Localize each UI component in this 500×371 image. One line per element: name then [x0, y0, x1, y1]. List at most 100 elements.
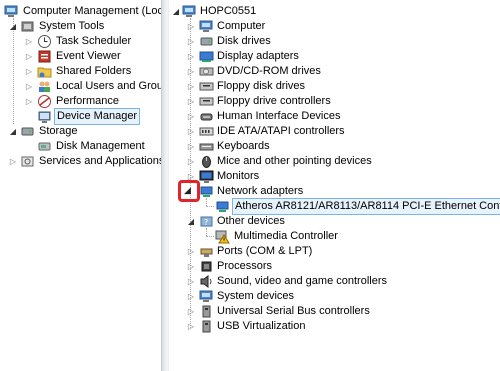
tree-node-label: Storage: [39, 125, 78, 137]
monitor-icon: [199, 169, 214, 184]
users-icon: [37, 79, 52, 94]
computer-icon: [199, 19, 214, 34]
mouse-icon: [199, 154, 214, 169]
performance-icon: [37, 94, 52, 109]
expanded-arrow-icon[interactable]: ◢: [187, 214, 195, 229]
tree-node-label: Local Users and Groups: [56, 80, 161, 92]
tree-node-label: Event Viewer: [56, 50, 121, 62]
expanded-arrow-icon: ◢: [184, 185, 191, 195]
tree-connector: [206, 228, 207, 236]
disk-management-icon: [37, 139, 52, 154]
tree-node-label: Performance: [56, 95, 119, 107]
tree-node-label: Processors: [217, 260, 273, 272]
highlight-expand-arrow[interactable]: ◢: [178, 180, 200, 202]
dvd-drive-icon: [199, 64, 214, 79]
collapsed-arrow-icon[interactable]: ▷: [25, 34, 33, 49]
collapsed-arrow-icon[interactable]: ▷: [25, 94, 33, 109]
collapsed-arrow-icon[interactable]: ▷: [187, 34, 195, 49]
tree-node-label: Mice and other pointing devices: [217, 155, 372, 167]
tree-node-label: Sound, video and game controllers: [217, 275, 387, 287]
network-adapter-icon: [199, 184, 214, 199]
collapsed-arrow-icon[interactable]: ▷: [187, 274, 195, 289]
tree-node-label: System Tools: [39, 20, 105, 32]
storage-icon: [20, 124, 35, 139]
expanded-arrow-icon[interactable]: ◢: [9, 19, 17, 34]
tree-node-label: Display adapters: [217, 50, 299, 62]
collapsed-arrow-icon[interactable]: ▷: [187, 259, 195, 274]
collapsed-arrow-icon[interactable]: ▷: [25, 79, 33, 94]
collapsed-arrow-icon[interactable]: ▷: [187, 49, 195, 64]
collapsed-arrow-icon[interactable]: ▷: [187, 64, 195, 79]
pane-splitter[interactable]: [161, 0, 169, 371]
tree-node-label: Floppy disk drives: [217, 80, 306, 92]
collapsed-arrow-icon[interactable]: ▷: [187, 154, 195, 169]
services-icon: [20, 154, 35, 169]
collapsed-arrow-icon[interactable]: ▷: [25, 64, 33, 79]
collapsed-arrow-icon[interactable]: ▷: [25, 49, 33, 64]
tree-connector: [206, 206, 214, 207]
warning-device-icon: [215, 229, 230, 244]
tree-node-label: System devices: [217, 290, 295, 302]
computer-management-icon: [4, 4, 19, 19]
usb-icon: [199, 304, 214, 319]
collapsed-arrow-icon[interactable]: ▷: [187, 19, 195, 34]
system-device-icon: [199, 289, 214, 304]
tree-node-label: Keyboards: [217, 140, 270, 152]
collapsed-arrow-icon[interactable]: ▷: [187, 94, 195, 109]
expanded-arrow-icon[interactable]: ◢: [172, 4, 180, 19]
port-icon: [199, 244, 214, 259]
tree-node-label: Universal Serial Bus controllers: [217, 305, 370, 317]
tree-node-label: Monitors: [217, 170, 260, 182]
tree-node-label: Services and Applications: [39, 155, 161, 167]
system-tools-icon: [20, 19, 35, 34]
clock-icon: [37, 34, 52, 49]
collapsed-arrow-icon[interactable]: ▷: [187, 139, 195, 154]
collapsed-arrow-icon[interactable]: ▷: [187, 304, 195, 319]
tree-connector: [206, 236, 214, 237]
tree-node-label: Computer Management (Local: [23, 5, 161, 17]
tree-node-label: Human Interface Devices: [217, 110, 341, 122]
processor-icon: [199, 259, 214, 274]
svg-text:?: ?: [204, 218, 208, 227]
tree-connector: [206, 198, 207, 206]
floppy-drive-icon: [199, 79, 214, 94]
ide-controller-icon: [199, 124, 214, 139]
console-tree-pane[interactable]: Computer Management (Local ◢ System Tool…: [0, 0, 161, 371]
tree-node-label: Computer: [217, 20, 266, 32]
event-viewer-icon: [37, 49, 52, 64]
usb-icon: [199, 319, 214, 334]
collapsed-arrow-icon[interactable]: ▷: [187, 79, 195, 94]
tree-node-label: Other devices: [217, 215, 285, 227]
tree-node-label: Disk Management: [56, 140, 145, 152]
collapsed-arrow-icon[interactable]: ▷: [187, 244, 195, 259]
tree-node-label: Task Scheduler: [56, 35, 132, 47]
speaker-icon: [199, 274, 214, 289]
device-tree-pane[interactable]: ◢ HOPC0551 ▷ Computer ▷ Disk drives ▷ Di…: [169, 0, 500, 371]
tree-node-label: Multimedia Controller: [234, 230, 338, 242]
computer-icon: [182, 4, 197, 19]
tree-node-label: HOPC0551: [200, 5, 257, 17]
device-manager-icon: [37, 109, 52, 124]
expanded-arrow-icon[interactable]: ◢: [9, 124, 17, 139]
tree-node-label: USB Virtualization: [217, 320, 306, 332]
display-adapter-icon: [199, 49, 214, 64]
tree-node-label: Disk drives: [217, 35, 271, 47]
tree-node-label: IDE ATA/ATAPI controllers: [217, 125, 345, 137]
tree-node-label: DVD/CD-ROM drives: [217, 65, 321, 77]
collapsed-arrow-icon[interactable]: ▷: [9, 154, 17, 169]
collapsed-arrow-icon[interactable]: ▷: [187, 289, 195, 304]
tree-node-label: Network adapters: [217, 185, 304, 197]
hid-icon: [199, 109, 214, 124]
floppy-controller-icon: [199, 94, 214, 109]
disk-drive-icon: [199, 34, 214, 49]
keyboard-icon: [199, 139, 214, 154]
collapsed-arrow-icon[interactable]: ▷: [187, 124, 195, 139]
tree-node-label: Floppy drive controllers: [217, 95, 331, 107]
tree-node-label: Shared Folders: [56, 65, 132, 77]
tree-node-label: Atheros AR8121/AR8113/AR8114 PCI-E Ether…: [232, 198, 500, 215]
shared-folder-icon: [37, 64, 52, 79]
tree-node-label: Device Manager: [54, 108, 141, 125]
other-devices-icon: ?: [199, 214, 214, 229]
collapsed-arrow-icon[interactable]: ▷: [187, 109, 195, 124]
collapsed-arrow-icon[interactable]: ▷: [187, 319, 195, 334]
